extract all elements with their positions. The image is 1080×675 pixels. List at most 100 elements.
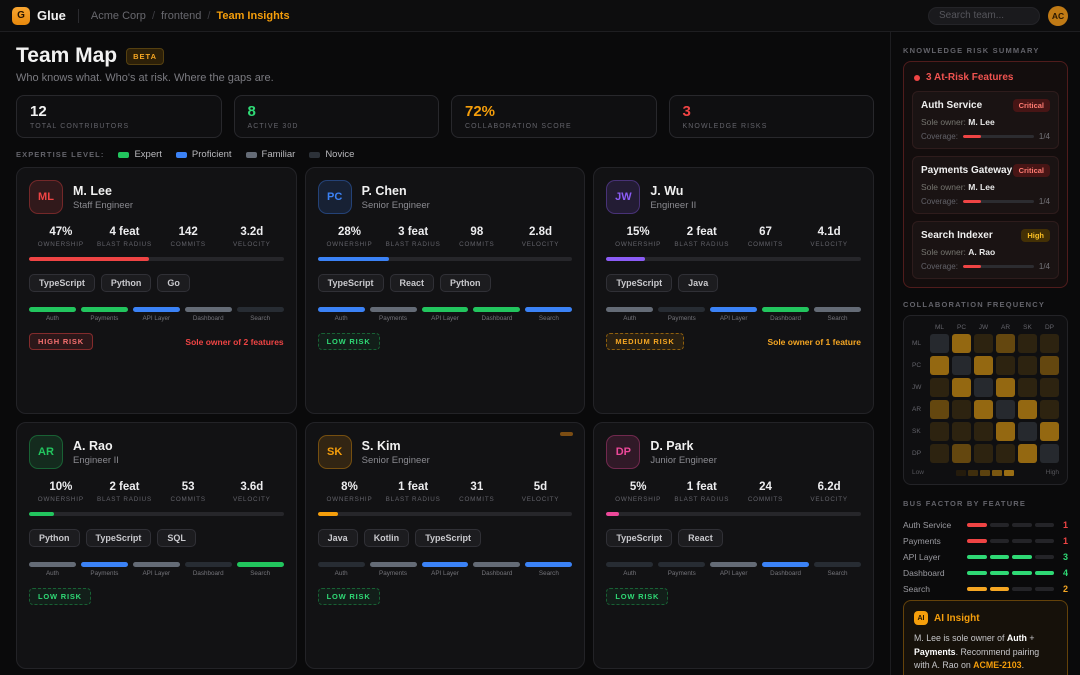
feature-expertise: Dashboard [762,562,809,577]
heatmap-cell [1040,444,1059,463]
member-card[interactable]: JWJ. WuEngineer II15%OWNERSHIP2 featBLAS… [593,167,874,414]
sole-owner-note: Sole owner of 2 features [185,337,283,347]
member-stat: 8%OWNERSHIP [318,481,382,503]
feature-name: Auth Service [921,100,982,111]
risk-summary-panel: 3 At-Risk Features Auth ServiceCriticalS… [903,61,1068,288]
member-stat-label: BLAST RADIUS [93,241,157,248]
member-footer: MEDIUM RISKSole owner of 1 feature [606,333,861,350]
member-stat-value: 1 feat [381,481,445,493]
member-stat-value: 2 feat [670,226,734,238]
at-risk-feature-card[interactable]: Search IndexerHighSole owner: A. RaoCove… [912,221,1059,279]
bus-segment-icon [990,587,1010,591]
search-input[interactable] [928,7,1040,25]
coverage-label: Coverage: [921,197,958,206]
member-stat: 6.2dVELOCITY [797,481,861,503]
member-stat: 2 featBLAST RADIUS [93,481,157,503]
member-card[interactable]: MLM. LeeStaff Engineer47%OWNERSHIP4 feat… [16,167,297,414]
skill-tag: SQL [157,529,196,547]
member-cards-grid: MLM. LeeStaff Engineer47%OWNERSHIP4 feat… [16,167,874,669]
member-stat-value: 5% [606,481,670,493]
heatmap-scale-icon [956,470,1014,476]
heatmap-cell [974,378,993,397]
expertise-bar-icon [81,562,128,567]
member-name: A. Rao [73,439,119,453]
at-risk-feature-card[interactable]: Payments GatewayCriticalSole owner: M. L… [912,156,1059,214]
member-card[interactable]: ARA. RaoEngineer II10%OWNERSHIP2 featBLA… [16,422,297,669]
member-card[interactable]: DPD. ParkJunior Engineer5%OWNERSHIP1 fea… [593,422,874,669]
bus-segment-icon [990,571,1010,575]
main-content: Team Map BETA Who knows what. Who's at r… [0,32,890,675]
bus-segment-icon [1012,555,1032,559]
feature-expertise: Search [814,307,861,322]
bus-segment-icon [1012,539,1032,543]
member-stats: 8%OWNERSHIP1 featBLAST RADIUS31COMMITS5d… [318,481,573,503]
breadcrumb-org[interactable]: Acme Corp [91,10,146,22]
bus-segment-icon [1035,539,1055,543]
member-stat-label: OWNERSHIP [606,241,670,248]
member-stat-label: VELOCITY [797,241,861,248]
member-role: Senior Engineer [362,455,430,466]
expertise-bar-icon [762,562,809,567]
ownership-bar-fill [318,257,389,261]
heatmap-row: PC [912,356,1059,375]
heatmap-cell [1018,334,1037,353]
severity-badge: Critical [1013,164,1050,177]
feature-expertise: API Layer [422,307,469,322]
expertise-bar-icon [762,307,809,312]
feature-expertise-bars: AuthPaymentsAPI LayerDashboardSearch [318,307,573,322]
member-role: Engineer II [650,200,696,211]
feature-expertise-bars: AuthPaymentsAPI LayerDashboardSearch [29,307,284,322]
expertise-bar-icon [318,562,365,567]
member-role: Junior Engineer [650,455,717,466]
member-card[interactable]: PCP. ChenSenior Engineer28%OWNERSHIP3 fe… [305,167,586,414]
breadcrumb-repo[interactable]: frontend [161,10,201,22]
member-stat-label: OWNERSHIP [606,496,670,503]
feature-header: Payments GatewayCritical [921,164,1050,177]
heatmap-cell [1018,422,1037,441]
severity-badge: Critical [1013,99,1050,112]
coverage-label: Coverage: [921,132,958,141]
member-card[interactable]: SKS. KimSenior Engineer8%OWNERSHIP1 feat… [305,422,586,669]
member-stat-label: OWNERSHIP [29,496,93,503]
coverage-row: Coverage:1/4 [921,262,1050,271]
expertise-bar-icon [658,562,705,567]
breadcrumb: Acme Corp / frontend / Team Insights [91,10,290,22]
stat-label: ACTIVE 30D [248,123,426,130]
heatmap-row-label: AR [912,406,927,413]
feature-header: Search IndexerHigh [921,229,1050,242]
member-header: ARA. RaoEngineer II [29,435,284,469]
feature-expertise-bars: AuthPaymentsAPI LayerDashboardSearch [318,562,573,577]
feature-expertise: Dashboard [185,307,232,322]
heatmap-row-label: ML [912,340,927,347]
breadcrumb-current[interactable]: Team Insights [216,10,289,22]
bus-segment-icon [1012,571,1032,575]
member-identity: S. KimSenior Engineer [362,439,430,466]
heatmap-col-label: AR [996,324,1015,331]
risk-badge: LOW RISK [318,333,380,350]
proficient-swatch-icon [176,152,187,158]
member-stat: 28%OWNERSHIP [318,226,382,248]
feature-expertise: Payments [81,307,128,322]
bus-segment-icon [1035,523,1055,527]
heatmap-row: JW [912,378,1059,397]
expertise-bar-icon [710,307,757,312]
member-stat: 31COMMITS [445,481,509,503]
stat-label: TOTAL CONTRIBUTORS [30,123,208,130]
sole-owner-note: Sole owner of 1 feature [767,337,861,347]
heatmap-cell [996,400,1015,419]
member-avatar: AR [29,435,63,469]
at-risk-feature-card[interactable]: Auth ServiceCriticalSole owner: M. LeeCo… [912,91,1059,149]
feature-label: Search [814,315,861,322]
heatmap-col-label: ML [930,324,949,331]
member-stat: 5dVELOCITY [509,481,573,503]
member-name: M. Lee [73,184,133,198]
stat-active-30d: 8 ACTIVE 30D [234,95,440,138]
member-footer: HIGH RISKSole owner of 2 features [29,333,284,350]
stat-collaboration-score: 72% COLLABORATION SCORE [451,95,657,138]
feature-name: Search Indexer [921,230,993,241]
bus-factor-row: API Layer3 [903,552,1068,562]
ownership-bar-track [29,512,284,516]
app-logo-icon[interactable]: G [12,7,30,25]
user-avatar[interactable]: AC [1048,6,1068,26]
feature-label: Dashboard [185,570,232,577]
